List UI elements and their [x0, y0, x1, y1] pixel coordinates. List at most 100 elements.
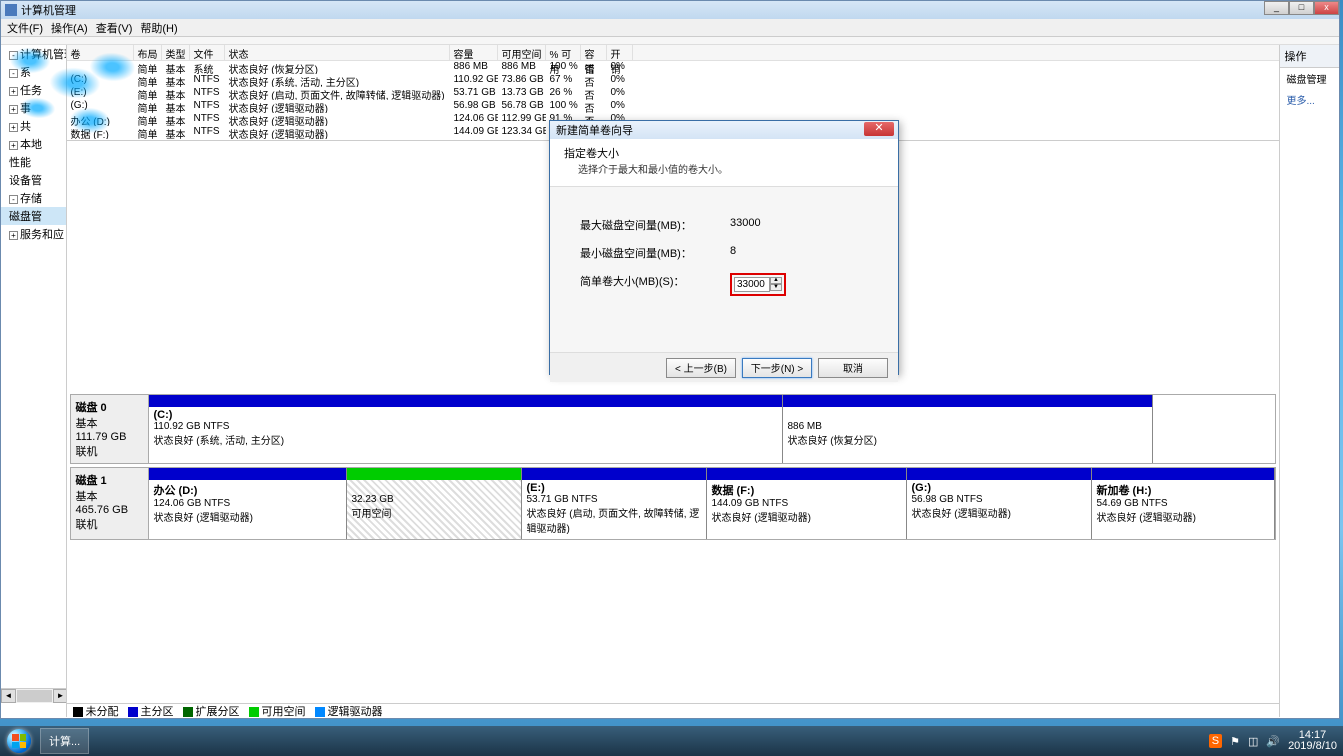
col-overhead[interactable]: 开销	[607, 45, 633, 60]
tree-item-disk-management[interactable]: 磁盘管	[1, 207, 66, 225]
scroll-right-button[interactable]: ►	[53, 689, 67, 703]
expand-icon[interactable]: +	[9, 141, 18, 150]
col-pct[interactable]: % 可用	[546, 45, 581, 60]
disk-state: 联机	[75, 519, 97, 531]
tree-item[interactable]: +本地	[1, 135, 66, 153]
taskbar-item-computer-management[interactable]: 计算...	[40, 728, 89, 754]
close-button[interactable]: x	[1314, 1, 1339, 15]
partition[interactable]: 新加卷 (H:)54.69 GB NTFS状态良好 (逻辑驱动器)	[1092, 468, 1275, 539]
legend-label: 可用空间	[261, 706, 305, 718]
partition[interactable]: 办公 (D:)124.06 GB NTFS状态良好 (逻辑驱动器)	[149, 468, 347, 539]
wizard-min-label: 最小磁盘空间量(MB)：	[580, 245, 730, 261]
wizard-heading: 指定卷大小	[564, 145, 884, 161]
wizard-dialog: 新建简单卷向导 ✕ 指定卷大小 选择介于最大和最小值的卷大小。 最大磁盘空间量(…	[549, 120, 899, 375]
expand-icon[interactable]: -	[9, 51, 18, 60]
tray-volume-icon[interactable]: 🔊	[1266, 735, 1280, 748]
titlebar[interactable]: 计算机管理 _ □ x	[1, 1, 1339, 19]
tree-item[interactable]: +共	[1, 117, 66, 135]
legend-label: 未分配	[85, 706, 118, 718]
expand-icon[interactable]: +	[9, 105, 18, 114]
actions-disk-mgmt[interactable]: 磁盘管理	[1280, 68, 1339, 89]
partition[interactable]: 32.23 GB可用空间	[347, 468, 522, 539]
volume-row[interactable]: (C:)简单基本NTFS状态良好 (系统, 活动, 主分区)110.92 GB7…	[67, 74, 1279, 87]
tree-item[interactable]: +任务	[1, 81, 66, 99]
disk-row-0: 磁盘 0 基本 111.79 GB 联机 (C:)110.92 GB NTFS状…	[70, 394, 1276, 464]
tree-item[interactable]: -系	[1, 63, 66, 81]
disk-type: 基本	[75, 491, 97, 503]
wizard-size-spinner: ▲ ▼	[730, 273, 786, 296]
expand-icon[interactable]: +	[9, 87, 18, 96]
wizard-body: 最大磁盘空间量(MB)： 33000 最小磁盘空间量(MB)： 8 简单卷大小(…	[550, 187, 898, 352]
tree-item[interactable]: -存储	[1, 189, 66, 207]
legend-label: 逻辑驱动器	[327, 706, 382, 718]
legend-swatch-free	[249, 707, 259, 717]
wizard-max-value: 33000	[730, 217, 761, 233]
menu-view[interactable]: 查看(V)	[94, 20, 135, 36]
expand-icon[interactable]: +	[9, 123, 18, 132]
windows-logo-icon	[12, 734, 26, 748]
menu-file[interactable]: 文件(F)	[5, 20, 45, 36]
disk-title: 磁盘 1	[75, 475, 106, 487]
col-status[interactable]: 状态	[225, 45, 450, 60]
wizard-size-input[interactable]	[734, 277, 770, 292]
legend-swatch-primary	[128, 707, 138, 717]
start-button[interactable]	[0, 726, 38, 756]
disk-label[interactable]: 磁盘 0 基本 111.79 GB 联机	[71, 395, 149, 463]
actions-panel: 操作 磁盘管理 更多...	[1279, 45, 1339, 717]
wizard-footer: < 上一步(B) 下一步(N) > 取消	[550, 352, 898, 382]
col-type[interactable]: 类型	[162, 45, 190, 60]
tray-flag-icon[interactable]: ⚑	[1230, 735, 1240, 748]
expand-icon[interactable]: -	[9, 195, 18, 204]
wizard-title: 新建简单卷向导	[556, 122, 633, 138]
spinner-up-button[interactable]: ▲	[770, 277, 782, 284]
wizard-titlebar[interactable]: 新建简单卷向导 ✕	[550, 121, 898, 139]
scroll-left-button[interactable]: ◄	[1, 689, 16, 703]
wizard-max-label: 最大磁盘空间量(MB)：	[580, 217, 730, 233]
disk-title: 磁盘 0	[75, 402, 106, 414]
wizard-size-label: 简单卷大小(MB)(S)：	[580, 273, 730, 296]
tree-item[interactable]: +事	[1, 99, 66, 117]
col-free[interactable]: 可用空间	[498, 45, 546, 60]
expand-icon[interactable]: +	[9, 231, 18, 240]
wizard-close-button[interactable]: ✕	[864, 122, 894, 136]
tray-clock[interactable]: 14:17 2019/8/10	[1288, 730, 1337, 752]
volume-row[interactable]: 简单基本状态良好 (恢复分区)886 MB886 MB100 %否0%	[67, 61, 1279, 74]
wizard-cancel-button[interactable]: 取消	[818, 358, 888, 378]
maximize-button[interactable]: □	[1289, 1, 1314, 15]
disk-label[interactable]: 磁盘 1 基本 465.76 GB 联机	[71, 468, 149, 539]
tree-item[interactable]: 性能	[1, 153, 66, 171]
col-fs[interactable]: 文件系统	[190, 45, 225, 60]
tree-scrollbar[interactable]: ◄ ►	[1, 688, 67, 703]
menu-action[interactable]: 操作(A)	[49, 20, 90, 36]
partition[interactable]: 886 MB状态良好 (恢复分区)	[783, 395, 1153, 463]
tray-date: 2019/8/10	[1288, 741, 1337, 752]
partition[interactable]: (G:)56.98 GB NTFS状态良好 (逻辑驱动器)	[907, 468, 1092, 539]
col-volume[interactable]: 卷	[67, 45, 134, 60]
volume-row[interactable]: (G:)简单基本NTFS状态良好 (逻辑驱动器)56.98 GB56.78 GB…	[67, 100, 1279, 113]
volume-list-header: 卷 布局 类型 文件系统 状态 容量 可用空间 % 可用 容错 开销	[67, 45, 1279, 61]
minimize-button[interactable]: _	[1264, 1, 1289, 15]
menubar: 文件(F) 操作(A) 查看(V) 帮助(H)	[1, 19, 1339, 37]
wizard-min-value: 8	[730, 245, 736, 261]
col-fault[interactable]: 容错	[581, 45, 607, 60]
scroll-thumb[interactable]	[17, 690, 52, 702]
spinner-down-button[interactable]: ▼	[770, 284, 782, 291]
col-layout[interactable]: 布局	[134, 45, 162, 60]
wizard-next-button[interactable]: 下一步(N) >	[742, 358, 812, 378]
partition[interactable]: (E:)53.71 GB NTFS状态良好 (启动, 页面文件, 故障转储, 逻…	[522, 468, 707, 539]
tray-sogou-icon[interactable]: S	[1209, 734, 1222, 748]
wizard-back-button[interactable]: < 上一步(B)	[666, 358, 736, 378]
legend-swatch-logical	[315, 707, 325, 717]
legend-swatch-unalloc	[73, 707, 83, 717]
partition[interactable]: 数据 (F:)144.09 GB NTFS状态良好 (逻辑驱动器)	[707, 468, 907, 539]
menu-help[interactable]: 帮助(H)	[138, 20, 179, 36]
tree-item[interactable]: +服务和应	[1, 225, 66, 243]
tree-item[interactable]: 设备管	[1, 171, 66, 189]
tree-root[interactable]: -计算机管理	[1, 45, 66, 63]
tray-network-icon[interactable]: ◫	[1248, 735, 1258, 748]
col-capacity[interactable]: 容量	[450, 45, 498, 60]
partition[interactable]: (C:)110.92 GB NTFS状态良好 (系统, 活动, 主分区)	[149, 395, 783, 463]
volume-row[interactable]: (E:)简单基本NTFS状态良好 (启动, 页面文件, 故障转储, 逻辑驱动器)…	[67, 87, 1279, 100]
expand-icon[interactable]: -	[9, 69, 18, 78]
actions-more[interactable]: 更多...	[1280, 89, 1339, 110]
